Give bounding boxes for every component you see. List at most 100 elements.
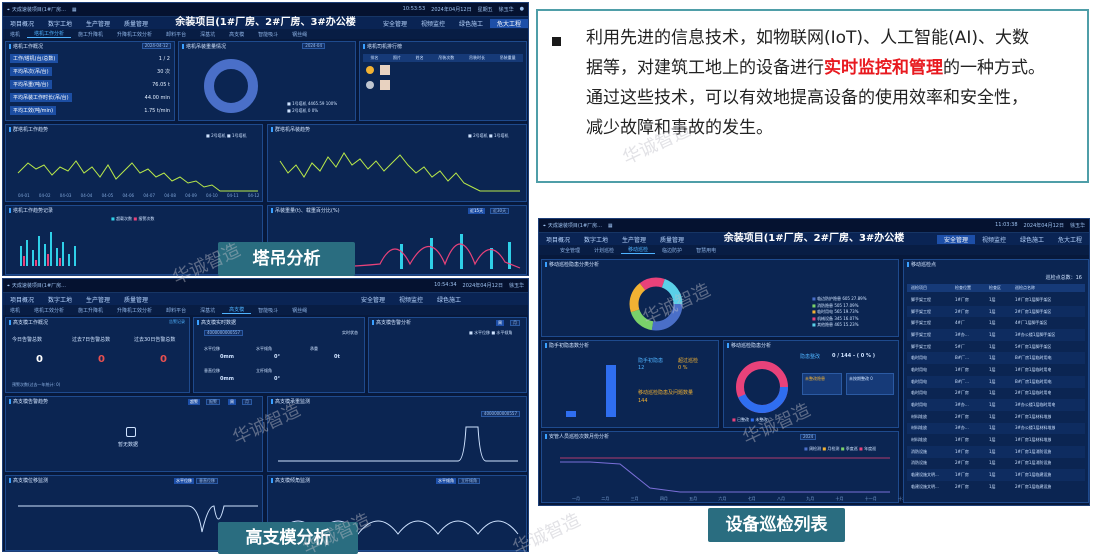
table-cell: 1层 xyxy=(989,308,996,314)
subnav-crane-analysis[interactable]: 塔机工作分析 xyxy=(27,30,72,38)
tab-month[interactable]: 月 xyxy=(242,399,252,405)
nav-green[interactable]: 绿色施工 xyxy=(1013,235,1051,244)
project-select[interactable]: 天成速装项目(1#厂房... xyxy=(12,6,66,13)
subnav-formwork[interactable]: 高支模 xyxy=(222,31,251,38)
table-row[interactable]: 临时用电 B#厂... 1层 B#厂房1层临时用电 xyxy=(907,352,1085,365)
panel-title: 移动巡检点 xyxy=(907,261,936,268)
nav-safety[interactable]: 安全管理 xyxy=(354,295,392,304)
nav-digital-site[interactable]: 数字工地 xyxy=(41,19,79,28)
subnav-crane[interactable]: 塔机 xyxy=(3,31,27,38)
table-row[interactable]: 临时用电 B#厂... 1层 B#厂房1层临时用电 xyxy=(907,375,1085,388)
table-row[interactable]: 临时用电 1#厂房 1层 1#厂房1层临时用电 xyxy=(907,364,1085,376)
tab-pole-tilt[interactable]: 立杆倾角 xyxy=(458,478,480,484)
tab-horizontal-tilt[interactable]: 水平倾角 xyxy=(436,478,456,484)
subnav-safety[interactable]: 安全管理 xyxy=(553,247,587,254)
subnav-rope[interactable]: 钢丝绳 xyxy=(285,307,314,314)
tab-vertical[interactable]: 垂直位移 xyxy=(196,478,218,484)
tab-15-days[interactable]: 近15天 xyxy=(468,208,486,214)
subnav-mobile[interactable]: 移动巡检 xyxy=(621,246,656,254)
nav-production[interactable]: 生产管理 xyxy=(615,235,653,244)
table-row[interactable]: 脚手架工程 4#厂 1层 4#厂1层脚手架区 xyxy=(907,317,1085,329)
table-cell: 4#厂1层脚手架区 xyxy=(1015,320,1048,326)
nav-production[interactable]: 生产管理 xyxy=(79,295,117,304)
date: 2024年04月12日 xyxy=(462,283,503,289)
nav-video[interactable]: 视频监控 xyxy=(414,19,452,28)
date-picker[interactable]: 2024-04 xyxy=(302,43,325,49)
table-row[interactable]: 临时用电 3#办... 1层 3#办公楼1层临时用电 xyxy=(907,399,1085,411)
table-row[interactable]: 脚手架工程 5#厂 1层 5#厂房1层脚手架区 xyxy=(907,341,1085,353)
table-cell: 消防设施 xyxy=(911,448,927,454)
table-row[interactable]: 脚手架工程 2#厂房 1层 2#厂房1层脚手架区 xyxy=(907,305,1085,318)
user-name[interactable]: 徐玉华 xyxy=(1070,222,1085,229)
grid-icon[interactable]: ▦ xyxy=(72,7,77,13)
tab-month[interactable]: 月 xyxy=(510,320,520,326)
subnav-power[interactable]: 智慧用电 xyxy=(689,247,723,254)
subnav-platform[interactable]: 卸料平台 xyxy=(159,31,193,38)
nav-digital-site[interactable]: 数字工地 xyxy=(41,295,79,304)
nav-danger[interactable]: 危大工程 xyxy=(1051,235,1089,244)
nav-danger[interactable]: 危大工程 xyxy=(489,18,528,28)
subnav-crane-analysis[interactable]: 塔机工效分析 xyxy=(27,307,71,314)
nav-production[interactable]: 生产管理 xyxy=(79,19,117,28)
tab-week[interactable]: 周 xyxy=(496,320,504,326)
subnav-crane[interactable]: 塔机 xyxy=(3,307,27,314)
project-select[interactable]: 天成速装项目(1#厂房... xyxy=(12,282,66,289)
user-name[interactable]: 徐玉华 xyxy=(499,6,514,13)
date-picker[interactable]: 2024-04-12 xyxy=(141,43,171,49)
nav-green[interactable]: 绿色施工 xyxy=(452,19,490,28)
tab-alarm[interactable]: 报警 xyxy=(206,399,220,405)
nav-video[interactable]: 视频监控 xyxy=(975,235,1013,244)
nav-video[interactable]: 视频监控 xyxy=(392,295,430,304)
table-row[interactable]: 脚手架工程 1#厂房 1层 1#厂房1层脚手架区 xyxy=(907,294,1085,306)
subnav-pit[interactable]: 深基坑 xyxy=(193,31,222,38)
user-name[interactable]: 徐玉华 xyxy=(509,282,524,289)
nav-green[interactable]: 绿色施工 xyxy=(430,295,468,304)
nav-quality[interactable]: 质量管理 xyxy=(117,19,155,28)
device-select[interactable]: 4000000000557 xyxy=(480,411,520,417)
subnav-rope[interactable]: 钢丝绳 xyxy=(285,31,314,38)
alarm-record-link[interactable]: 告警记录 xyxy=(169,319,185,325)
subnav-hopper[interactable]: 智能吸斗 xyxy=(251,307,285,314)
table-row[interactable]: 材料堆放 3#办... 1层 3#办公楼1层材料堆放 xyxy=(907,422,1085,435)
subnav-lift-analysis[interactable]: 升降机工效分析 xyxy=(110,307,159,314)
tab-week[interactable]: 周 xyxy=(228,399,236,405)
inspection-list-panel: 移动巡检点 巡检点总数：16 巡检项目 检查位置 检查区 巡检点名称 脚手架工程 1#厂… xyxy=(903,259,1089,503)
table-cell: 1层 xyxy=(989,331,996,337)
table-row[interactable]: 材料堆放 2#厂房 1层 2#厂房1层材料堆放 xyxy=(907,411,1085,423)
user-icon[interactable]: ● xyxy=(520,6,524,13)
table-row[interactable]: 消防设施 2#厂房 1层 2#厂房1层消防设施 xyxy=(907,458,1085,470)
table-row[interactable]: 临建设施文明... 2#厂房 1层 2#厂房1层临建设施 xyxy=(907,481,1085,493)
subnav-hopper[interactable]: 智能吸斗 xyxy=(251,31,285,38)
tab-30-days[interactable]: 近30天 xyxy=(490,208,510,214)
project-select[interactable]: 天成速装项目(1#厂房... xyxy=(548,222,602,229)
nav-overview[interactable]: 项目概况 xyxy=(3,19,41,28)
nav-safety[interactable]: 安全管理 xyxy=(376,19,414,28)
load-donut xyxy=(204,59,258,113)
subnav-lift[interactable]: 施工升降机 xyxy=(71,31,110,38)
table-row[interactable]: 临时用电 2#厂房 1层 2#厂房1层临时用电 xyxy=(907,388,1085,400)
clock: 10:54:34 xyxy=(434,282,457,288)
subnav-pit[interactable]: 深基坑 xyxy=(193,307,222,314)
tab-over[interactable]: 超警 xyxy=(188,399,200,405)
nav-overview[interactable]: 项目概况 xyxy=(539,235,577,244)
subnav-plan[interactable]: 计划巡检 xyxy=(587,247,621,254)
nav-overview[interactable]: 项目概况 xyxy=(3,295,41,304)
table-row[interactable]: 脚手架工程 3#办... 1层 3#办公楼1层脚手架区 xyxy=(907,329,1085,341)
device-select[interactable]: 4000000000557 xyxy=(204,330,244,336)
subnav-edge[interactable]: 临边防护 xyxy=(655,247,689,254)
grid-icon[interactable]: ▦ xyxy=(608,223,613,229)
nav-quality[interactable]: 质量管理 xyxy=(653,235,691,244)
nav-quality[interactable]: 质量管理 xyxy=(117,295,155,304)
subnav-formwork[interactable]: 高支模 xyxy=(222,306,252,314)
subnav-platform[interactable]: 卸料平台 xyxy=(159,307,193,314)
table-row[interactable]: 材料堆放 1#厂房 1层 1#厂房1层材料堆放 xyxy=(907,434,1085,446)
nav-digital-site[interactable]: 数字工地 xyxy=(577,235,615,244)
subnav-lift[interactable]: 施工升降机 xyxy=(71,307,110,314)
year-picker[interactable]: 2024 xyxy=(800,434,817,440)
tab-horizontal[interactable]: 水平位移 xyxy=(174,478,194,484)
subnav-lift-analysis[interactable]: 升降机工效分析 xyxy=(110,31,159,38)
table-row[interactable]: 消防设施 1#厂房 1层 1#厂房1层消防设施 xyxy=(907,445,1085,458)
table-row[interactable]: 临建设施文明... 1#厂房 1层 1#厂房1层临建设施 xyxy=(907,469,1085,481)
table-cell: 1#厂房 xyxy=(955,296,969,302)
nav-safety[interactable]: 安全管理 xyxy=(936,234,975,244)
